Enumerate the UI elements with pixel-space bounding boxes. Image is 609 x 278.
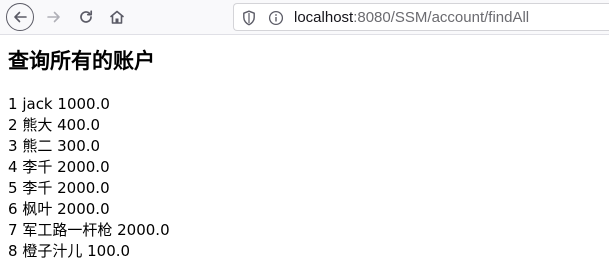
account-name: 李千 (22, 179, 53, 197)
info-icon[interactable] (268, 10, 284, 26)
reload-button[interactable] (72, 3, 100, 31)
account-money: 1000.0 (57, 95, 110, 113)
account-id: 6 (8, 200, 18, 218)
account-row: 8 橙子汁儿 100.0 (8, 241, 598, 262)
account-money: 300.0 (57, 137, 101, 155)
account-name: 橙子汁儿 (22, 242, 83, 260)
account-name: 军工路一杆枪 (22, 221, 113, 239)
account-id: 3 (8, 137, 18, 155)
forward-button[interactable] (40, 3, 68, 31)
page-content: 查询所有的账户 1 jack 1000.0 2 熊大 400.0 3 熊二 300.0 4 李千 20… (8, 46, 598, 262)
browser-toolbar: localhost:8080/SSM/account/findAll (0, 0, 609, 35)
account-money: 2000.0 (117, 221, 170, 239)
account-row: 6 枫叶 2000.0 (8, 199, 598, 220)
account-name: jack (22, 95, 53, 113)
account-row: 5 李千 2000.0 (8, 178, 598, 199)
home-icon (110, 10, 124, 24)
account-row: 4 李千 2000.0 (8, 157, 598, 178)
account-name: 熊二 (22, 137, 53, 155)
account-money: 2000.0 (57, 200, 110, 218)
account-name: 枫叶 (22, 200, 53, 218)
account-money: 2000.0 (57, 158, 110, 176)
arrow-left-icon (14, 11, 27, 23)
account-id: 1 (8, 95, 18, 113)
account-money: 2000.0 (57, 179, 110, 197)
url-path: :8080/SSM/account/findAll (353, 9, 530, 26)
back-button[interactable] (6, 3, 34, 31)
account-money: 400.0 (57, 116, 101, 134)
page-title: 查询所有的账户 (8, 49, 155, 73)
arrow-right-icon (47, 11, 60, 23)
reload-icon (80, 10, 93, 23)
account-row: 1 jack 1000.0 (8, 94, 598, 115)
account-money: 100.0 (87, 242, 131, 260)
account-id: 2 (8, 116, 18, 134)
account-row: 7 军工路一杆枪 2000.0 (8, 220, 598, 241)
account-name: 熊大 (22, 116, 53, 134)
account-id: 5 (8, 179, 18, 197)
url-host: localhost (294, 9, 354, 26)
url-text[interactable]: localhost:8080/SSM/account/findAll (294, 8, 529, 28)
account-id: 8 (8, 242, 18, 260)
home-button[interactable] (103, 3, 131, 31)
account-id: 7 (8, 221, 18, 239)
address-bar[interactable]: localhost:8080/SSM/account/findAll (233, 3, 609, 31)
account-id: 4 (8, 158, 18, 176)
account-row: 2 熊大 400.0 (8, 115, 598, 136)
account-name: 李千 (22, 158, 53, 176)
account-row: 3 熊二 300.0 (8, 136, 598, 157)
shield-icon[interactable] (242, 10, 256, 26)
account-list: 1 jack 1000.0 2 熊大 400.0 3 熊二 300.0 4 李千 2000.0 5 李千 2… (8, 94, 598, 262)
